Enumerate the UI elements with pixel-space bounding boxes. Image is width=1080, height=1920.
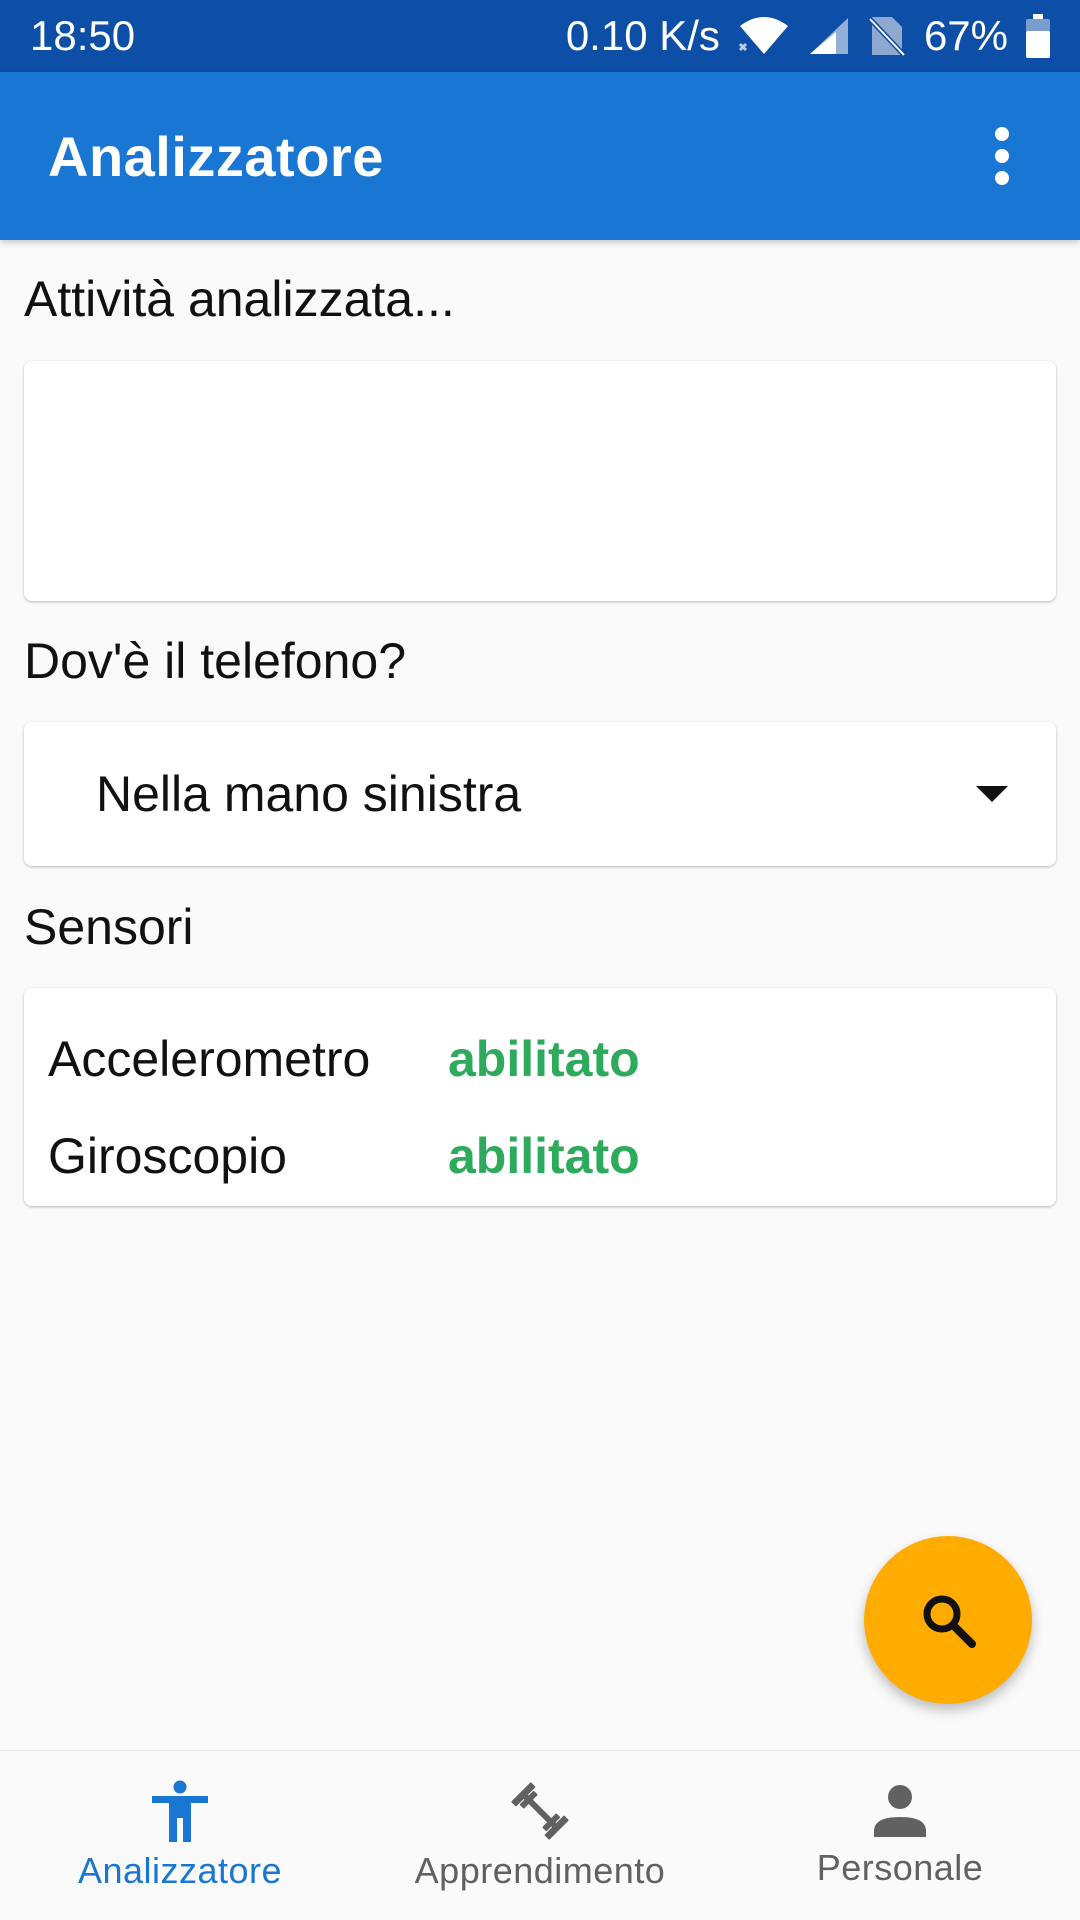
status-icons: 0.10 K/s 67%	[566, 12, 1050, 60]
network-speed: 0.10 K/s	[565, 12, 720, 59]
phone-position-dropdown[interactable]: Nella mano sinistra	[24, 722, 1056, 866]
search-icon	[923, 1595, 976, 1648]
activity-label: Attività analizzata...	[24, 271, 455, 327]
nav-label: Personale	[816, 1846, 984, 1888]
phone-position-label: Dov'è il telefono?	[24, 633, 407, 689]
nav-label: Apprendimento	[414, 1849, 666, 1891]
sensor-row-gyroscope: Giroscopio abilitato	[48, 1107, 1032, 1204]
sensors-label: Sensori	[24, 899, 194, 955]
battery-percent: 67%	[923, 12, 1008, 59]
battery-icon	[1026, 14, 1050, 58]
app-bar: Analizzatore	[0, 72, 1080, 240]
no-sim-icon	[868, 15, 906, 57]
status-time: 18:50	[30, 12, 136, 59]
status-bar: 18:50 0.10 K/s 67%	[0, 0, 1080, 72]
activity-input[interactable]	[24, 361, 1056, 601]
phone-position-selected: Nella mano sinistra	[96, 766, 522, 822]
activity-card	[24, 361, 1056, 601]
nav-item-personale[interactable]: Personale	[720, 1751, 1080, 1920]
sensor-name: Accelerometro	[48, 1030, 371, 1087]
sensors-card: Accelerometro abilitato Giroscopio abili…	[24, 988, 1056, 1206]
dropdown-arrow-icon	[976, 786, 1008, 802]
dumbbell-icon	[511, 1781, 569, 1840]
more-vert-icon[interactable]	[972, 111, 1032, 201]
signal-icon	[808, 16, 850, 56]
search-fab[interactable]	[864, 1536, 1032, 1704]
app-title: Analizzatore	[48, 124, 384, 188]
sensor-status: abilitato	[448, 1030, 640, 1087]
person-icon	[874, 1784, 926, 1837]
sensor-name: Giroscopio	[48, 1127, 287, 1184]
accessibility-icon	[152, 1780, 208, 1842]
wifi-icon	[738, 16, 790, 56]
nav-label: Analizzatore	[77, 1849, 283, 1891]
nav-item-analizzatore[interactable]: Analizzatore	[0, 1751, 360, 1920]
nav-item-apprendimento[interactable]: Apprendimento	[360, 1751, 720, 1920]
bottom-nav: Analizzatore Apprendimento Personale	[0, 1750, 1080, 1920]
sensor-row-accelerometer: Accelerometro abilitato	[48, 1010, 1032, 1107]
sensor-status: abilitato	[448, 1127, 640, 1184]
